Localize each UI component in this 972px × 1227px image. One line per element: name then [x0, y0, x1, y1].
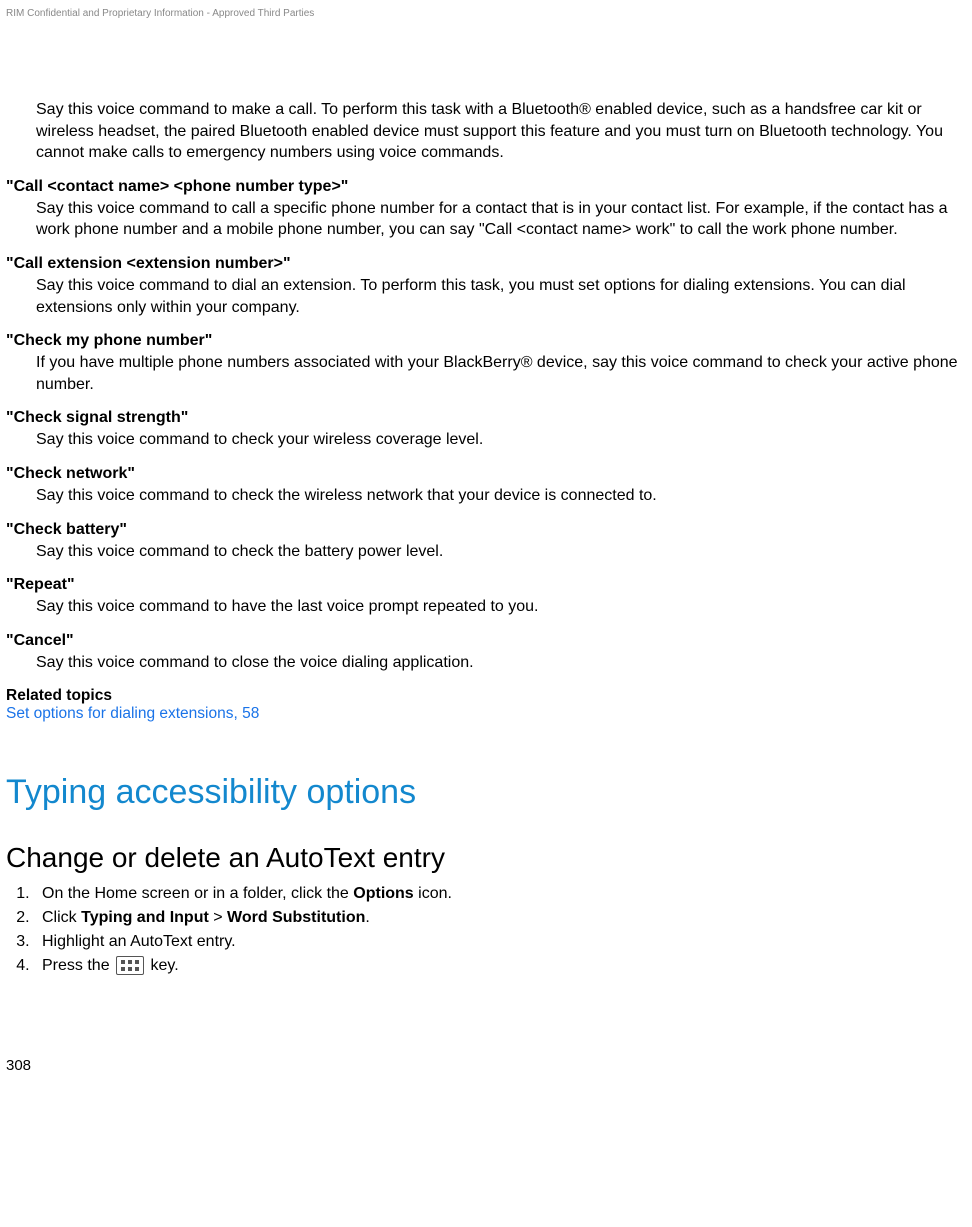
- step-text: key.: [146, 957, 179, 974]
- voice-command-list: Say this voice command to make a call. T…: [6, 99, 966, 673]
- steps-list: On the Home screen or in a folder, click…: [16, 884, 966, 976]
- command-term: "Check my phone number": [6, 332, 966, 350]
- command-desc: Say this voice command to check your wir…: [36, 429, 966, 451]
- step-text: On the Home screen or in a folder, click…: [42, 885, 353, 902]
- step-bold: Word Substitution: [227, 909, 365, 926]
- command-term: "Call extension <extension number>": [6, 255, 966, 273]
- command-term: "Check signal strength": [6, 409, 966, 427]
- command-desc: Say this voice command to check the batt…: [36, 541, 966, 563]
- related-topics-label: Related topics: [6, 687, 966, 705]
- related-topic-link[interactable]: Set options for dialing extensions, 58: [6, 705, 966, 723]
- step-item: Press the key.: [34, 956, 966, 977]
- section-heading-typing: Typing accessibility options: [6, 773, 966, 812]
- step-bold: Typing and Input: [81, 909, 209, 926]
- step-item: Click Typing and Input > Word Substituti…: [34, 908, 966, 929]
- header-confidential-note: RIM Confidential and Proprietary Informa…: [6, 8, 966, 19]
- menu-key-icon: [116, 956, 144, 975]
- command-term: "Cancel": [6, 632, 966, 650]
- step-item: Highlight an AutoText entry.: [34, 932, 966, 953]
- step-bold: Options: [353, 885, 413, 902]
- step-item: On the Home screen or in a folder, click…: [34, 884, 966, 905]
- command-desc: Say this voice command to dial an extens…: [36, 275, 966, 318]
- command-desc: Say this voice command to call a specifi…: [36, 198, 966, 241]
- step-text: Press the: [42, 957, 114, 974]
- command-desc: Say this voice command to have the last …: [36, 596, 966, 618]
- step-text: Highlight an AutoText entry.: [42, 933, 236, 950]
- command-desc: Say this voice command to check the wire…: [36, 485, 966, 507]
- step-text: Click: [42, 909, 81, 926]
- command-term: "Call <contact name> <phone number type>…: [6, 178, 966, 196]
- step-text: icon.: [414, 885, 452, 902]
- step-text: .: [365, 909, 369, 926]
- command-desc: Say this voice command to close the voic…: [36, 652, 966, 674]
- subsection-heading-autotext: Change or delete an AutoText entry: [6, 842, 966, 874]
- step-text: >: [209, 909, 227, 926]
- command-term: "Check battery": [6, 521, 966, 539]
- command-term: "Repeat": [6, 576, 966, 594]
- command-term: "Check network": [6, 465, 966, 483]
- command-desc: If you have multiple phone numbers assoc…: [36, 352, 966, 395]
- page-number: 308: [6, 1057, 966, 1074]
- command-desc: Say this voice command to make a call. T…: [36, 99, 966, 164]
